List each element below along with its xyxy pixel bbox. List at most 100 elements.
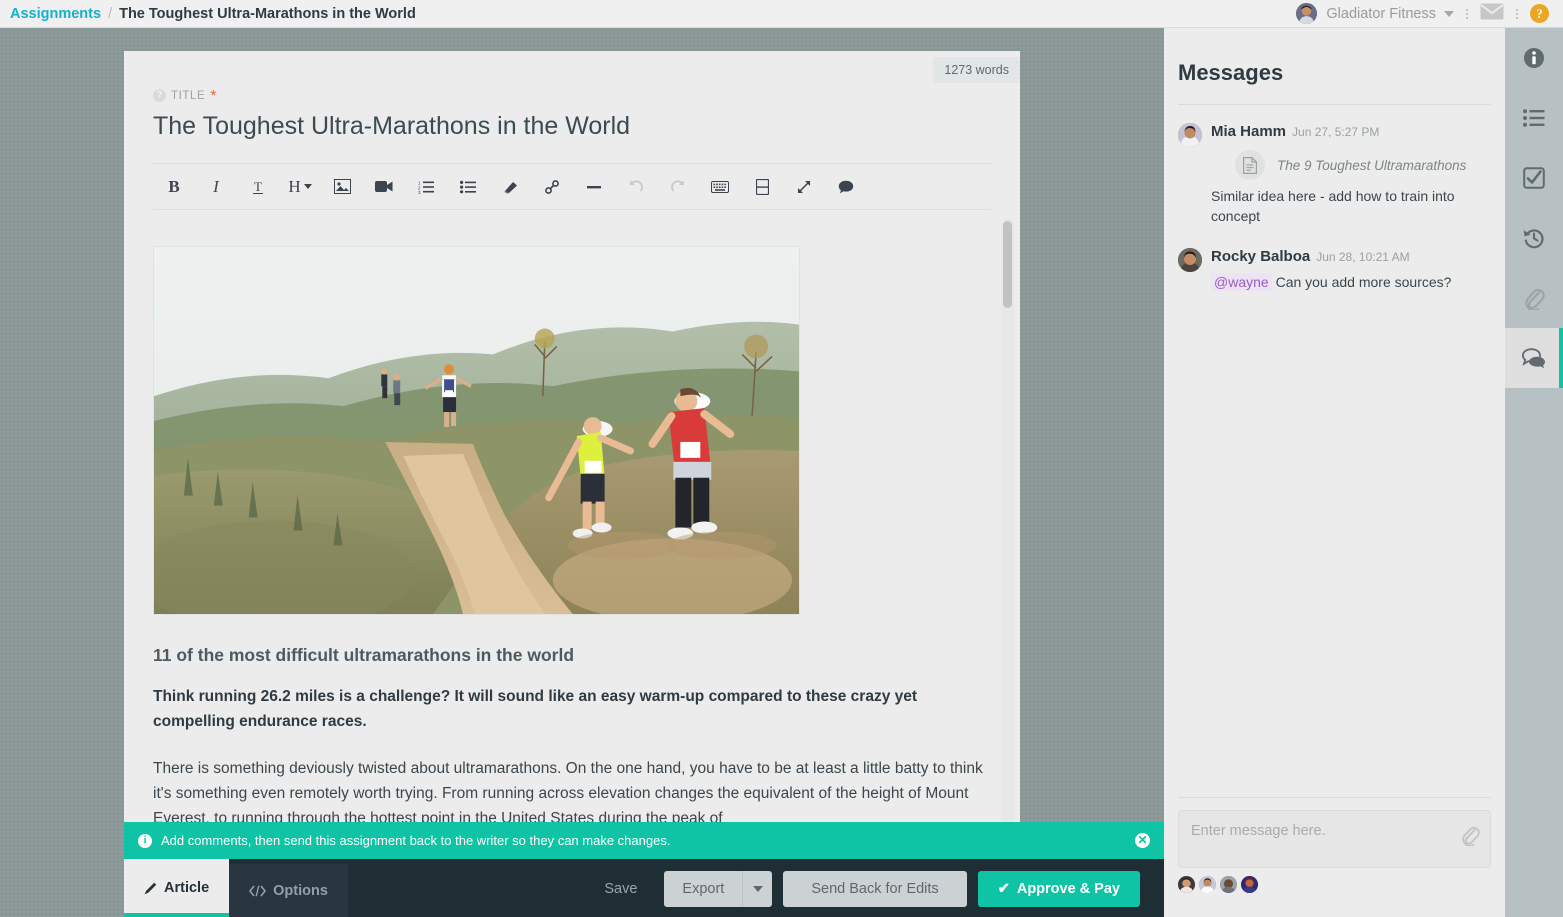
title-input[interactable]: The Toughest Ultra-Marathons in the Worl… [153,112,991,141]
article-hero-image[interactable] [153,246,800,615]
ordered-list-button[interactable]: 123 [405,167,447,207]
svg-text:3: 3 [418,190,421,194]
composer-divider [1178,797,1491,798]
undo-icon[interactable] [615,167,657,207]
title-label-text: TITLE [171,89,206,102]
bottom-action-bar: Article Options Save Export Send Back fo… [124,859,1164,917]
runner-far-2 [393,373,401,406]
chevron-down-icon[interactable] [1444,10,1454,17]
message-timestamp: Jun 27, 5:27 PM [1292,125,1380,139]
unordered-list-button[interactable] [447,167,489,207]
breadcrumb-assignments-link[interactable]: Assignments [10,6,101,22]
horizontal-rule-button[interactable] [573,167,615,207]
approve-and-pay-button[interactable]: ✔ Approve & Pay [977,871,1140,907]
code-icon [249,885,267,896]
mention-tag[interactable]: @wayne [1211,273,1272,291]
avatar-face-icon [1241,876,1258,893]
messages-title: Messages [1178,60,1284,85]
avatar[interactable] [1178,123,1202,147]
pencil-icon [144,882,157,894]
comment-icon[interactable] [825,167,867,207]
article-heading: 11 of the most difficult ultramarathons … [153,645,575,665]
heading-button[interactable]: H [279,167,321,207]
italic-button[interactable]: I [195,167,237,207]
article-content: 11 of the most difficult ultramarathons … [124,210,1020,831]
article-lead-paragraph: Think running 26.2 miles is a challenge?… [153,688,918,730]
participant-avatar[interactable] [1220,876,1237,893]
list-icon [1523,109,1545,127]
editor-toolbar: B I T H 123 [153,164,991,210]
bold-button[interactable]: B [153,167,195,207]
rail-attachments-button[interactable] [1505,268,1563,328]
message-text: @wayne Can you add more sources? [1211,272,1491,292]
required-asterisk-icon: * [210,86,217,104]
rail-info-button[interactable] [1505,28,1563,88]
account-avatar[interactable] [1296,3,1318,24]
account-name[interactable]: Gladiator Fitness [1326,6,1436,22]
messages-panel: Messages Mia Hamm Jun 27, 5:27 PM The 9 … [1164,28,1505,917]
close-icon[interactable]: ✕ [1135,833,1150,848]
separator-dots-1 [1466,8,1468,19]
avatar-face-icon [1220,876,1237,893]
check-icon: ✔ [997,881,1010,897]
rail-history-button[interactable] [1505,208,1563,268]
avatar-face-icon [1296,3,1318,24]
tab-options-label: Options [273,882,328,899]
checkbox-icon [1523,167,1545,189]
message-body: Rocky Balboa Jun 28, 10:21 AM @wayne Can… [1211,248,1491,292]
avatar-face-icon [1178,123,1202,147]
right-icon-rail [1505,28,1563,917]
rail-messages-button[interactable] [1505,328,1563,388]
breadcrumb: Assignments / The Toughest Ultra-Maratho… [0,6,416,22]
eraser-icon[interactable] [489,167,531,207]
save-button[interactable]: Save [604,881,637,897]
page-break-icon[interactable] [741,167,783,207]
article-scroll-area[interactable]: 11 of the most difficult ultramarathons … [124,210,1020,863]
export-dropdown-toggle[interactable] [742,871,773,907]
message-text: Similar idea here - add how to train int… [1211,188,1455,224]
message-attachment[interactable]: The 9 Toughest Ultramarathons [1235,150,1491,180]
rail-checklist-button[interactable] [1505,148,1563,208]
info-icon [1524,48,1544,68]
message-item: Rocky Balboa Jun 28, 10:21 AM @wayne Can… [1178,248,1491,292]
avatar-face-icon [1178,248,1202,272]
send-back-for-edits-button[interactable]: Send Back for Edits [783,871,967,907]
question-mark-icon[interactable]: ? [153,89,166,102]
message-body: Mia Hamm Jun 27, 5:27 PM The 9 Toughest … [1211,123,1491,226]
expand-icon[interactable] [783,167,825,207]
tab-article[interactable]: Article [124,859,230,917]
article-scrollbar-thumb[interactable] [1003,221,1012,308]
link-icon[interactable] [531,167,573,207]
insert-video-button[interactable] [363,167,405,207]
article-scrollbar-track[interactable] [1001,218,1014,863]
text-style-button[interactable]: T [237,167,279,207]
tab-article-label: Article [164,880,210,896]
participant-avatar[interactable] [1241,876,1258,893]
info-banner-message: Add comments, then send this assignment … [161,833,671,848]
message-author: Rocky Balboa [1211,248,1311,265]
envelope-icon[interactable] [1480,3,1504,25]
help-icon[interactable]: ? [1530,4,1549,23]
participant-avatar[interactable] [1178,876,1195,893]
paperclip-icon [1525,288,1545,310]
insert-image-button[interactable] [321,167,363,207]
keyboard-icon[interactable] [699,167,741,207]
separator-dots-2 [1516,8,1518,19]
top-bar: Assignments / The Toughest Ultra-Maratho… [0,0,1563,28]
info-icon: i [138,833,152,848]
paperclip-icon[interactable] [1460,824,1480,851]
message-input[interactable] [1179,811,1490,867]
message-attachment-name[interactable]: The 9 Toughest Ultramarathons [1277,158,1466,173]
history-icon [1523,229,1544,249]
export-button[interactable]: Export [664,871,743,907]
rail-brief-button[interactable] [1505,88,1563,148]
tab-options[interactable]: Options [229,864,348,917]
avatar-face-icon [1178,876,1195,893]
avatar-face-icon [1199,876,1216,893]
message-author: Mia Hamm [1211,123,1287,140]
bottom-bar-actions: Save Export Send Back for Edits ✔ Approv… [604,871,1164,917]
participant-avatar[interactable] [1199,876,1216,893]
avatar[interactable] [1178,248,1202,272]
message-timestamp: Jun 28, 10:21 AM [1316,250,1410,264]
redo-icon[interactable] [657,167,699,207]
